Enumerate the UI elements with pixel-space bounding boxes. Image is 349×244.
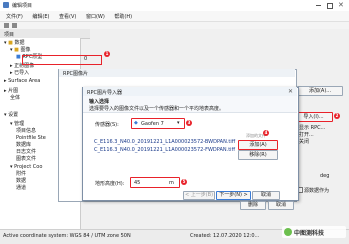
tree-item[interactable]: 附件 <box>16 171 26 177</box>
height-unit: m <box>169 180 174 186</box>
panel-title: 项目 <box>4 32 15 38</box>
callout-3: 3 <box>186 120 192 126</box>
app-icon <box>3 2 9 8</box>
file-list: C_E116.3_N40.0_20191221_L1A000023572-BWD… <box>94 137 235 159</box>
menu-edit[interactable]: 编辑(E) <box>32 14 49 20</box>
cancel-button[interactable]: 取消 <box>252 191 280 200</box>
outer-dialog-title: RPC图像片 <box>63 71 88 77</box>
remove-files-button[interactable]: 移除(R) <box>238 150 278 160</box>
height-input[interactable]: 45 m <box>130 177 180 188</box>
tree-item[interactable]: ▸ 已导入 <box>10 70 29 76</box>
window-title: 编辑项目 <box>12 3 33 9</box>
tree-item[interactable]: ▸ 片图 <box>4 88 18 94</box>
tree-root[interactable]: ▾ ■ 数据 <box>4 40 24 46</box>
height-value: 45 <box>134 180 141 186</box>
maximize-icon[interactable] <box>327 3 333 9</box>
coord-system-status: Active coordinate system: WGS 84 / UTM z… <box>3 233 131 239</box>
menu-view[interactable]: 查看(V) <box>59 14 76 20</box>
tree-images[interactable]: ▾ ■ 图像 <box>10 47 30 53</box>
watermark-text: 中图测科技 <box>294 230 325 237</box>
height-label: 地形高度(H): <box>95 181 125 187</box>
toolbar <box>0 22 349 29</box>
watermark: 中图测科技 <box>282 226 346 238</box>
menu-file[interactable]: 文件(F) <box>6 14 23 20</box>
tree-item[interactable]: 图表文件 <box>16 156 36 162</box>
inner-dialog-title: RPC图片导入器 <box>87 90 122 96</box>
side-deg-text: deg <box>320 173 330 179</box>
toolbar-icon[interactable] <box>12 23 17 28</box>
tree-item[interactable]: 全体 <box>10 95 20 101</box>
chevron-down-icon[interactable]: ▾ <box>177 120 180 126</box>
outer-cancel-button[interactable]: 取消 <box>268 201 294 210</box>
minimize-icon[interactable] <box>316 5 321 6</box>
add-files-button[interactable]: 添加(A) <box>238 140 278 150</box>
close-icon[interactable]: ✕ <box>338 1 344 9</box>
tree-item[interactable]: ▾ Project Coo <box>10 164 42 170</box>
outer-delete-button[interactable]: 删除 <box>240 201 266 210</box>
tree-item[interactable]: Pointfile Ste <box>16 135 46 141</box>
created-status: Created: 12.07.2020 12:0... <box>190 233 260 239</box>
import-button[interactable]: 导入(I)... <box>294 112 333 122</box>
tree-item[interactable]: ▾ 管理 <box>10 121 24 127</box>
next-button[interactable]: 下一步(N) > <box>216 191 251 200</box>
right-menu-item[interactable]: 打开... <box>299 131 314 138</box>
section-heading: 输入选择 <box>89 99 110 105</box>
callout-1: 1 <box>104 51 110 57</box>
menu-bar: 文件(F) 编辑(E) 查看(V) 窗口(W) 帮助(H) <box>0 11 349 22</box>
right-menu-item[interactable]: 关闭 <box>299 138 309 145</box>
satellite-icon: ◆ <box>134 120 138 126</box>
wechat-logo-icon <box>284 228 292 236</box>
tree-item[interactable]: 日志文件 <box>16 149 36 155</box>
tree-item[interactable]: ▸ Surface Area <box>4 78 40 84</box>
toolbar-icon[interactable] <box>4 23 9 28</box>
sensor-value: Gaofen 7 <box>141 121 164 127</box>
tree-item[interactable]: 通道 <box>16 185 26 191</box>
menu-window[interactable]: 窗口(W) <box>86 14 105 20</box>
menu-help[interactable]: 帮助(H) <box>114 14 132 20</box>
section-description: 选择要导入的图像文件以及一个传感器和一个平均地表高度。 <box>89 106 225 112</box>
rpc-value: 0 <box>84 56 88 62</box>
rpc-highlight <box>22 55 102 65</box>
add-button[interactable]: 添加(A)... <box>297 86 343 96</box>
dialog-close-icon[interactable]: ✕ <box>288 88 293 95</box>
tree-item[interactable]: 数据库 <box>16 142 31 148</box>
tree-item[interactable]: ▾ 设置 <box>4 112 18 118</box>
tree-item[interactable]: 项目信息 <box>16 128 36 134</box>
inner-dialog-header: 输入选择 选择要导入的图像文件以及一个传感器和一个平均地表高度。 <box>83 96 297 113</box>
file-item[interactable]: C_E116.3_N40.0_20191221_L1A000023572-FWD… <box>94 147 235 153</box>
right-menu-item[interactable]: 显示 RPC... <box>299 124 325 131</box>
checkbox-label: 源数据作为 <box>304 188 330 194</box>
tree-item[interactable]: 数据 <box>16 178 26 184</box>
callout-5: 5 <box>181 179 187 185</box>
outer-dialog-titlebar: RPC图像片 <box>59 69 295 77</box>
callout-4: 4 <box>263 130 269 136</box>
file-item[interactable]: C_E116.3_N40.0_20191221_L1A000023572-BWD… <box>94 139 235 145</box>
sensor-label: 传感器(S): <box>95 122 119 128</box>
callout-2: 2 <box>334 113 340 119</box>
sensor-select[interactable]: ◆ Gaofen 7 ▾ <box>131 118 185 129</box>
back-button[interactable]: < 上一步(B) <box>183 191 215 200</box>
